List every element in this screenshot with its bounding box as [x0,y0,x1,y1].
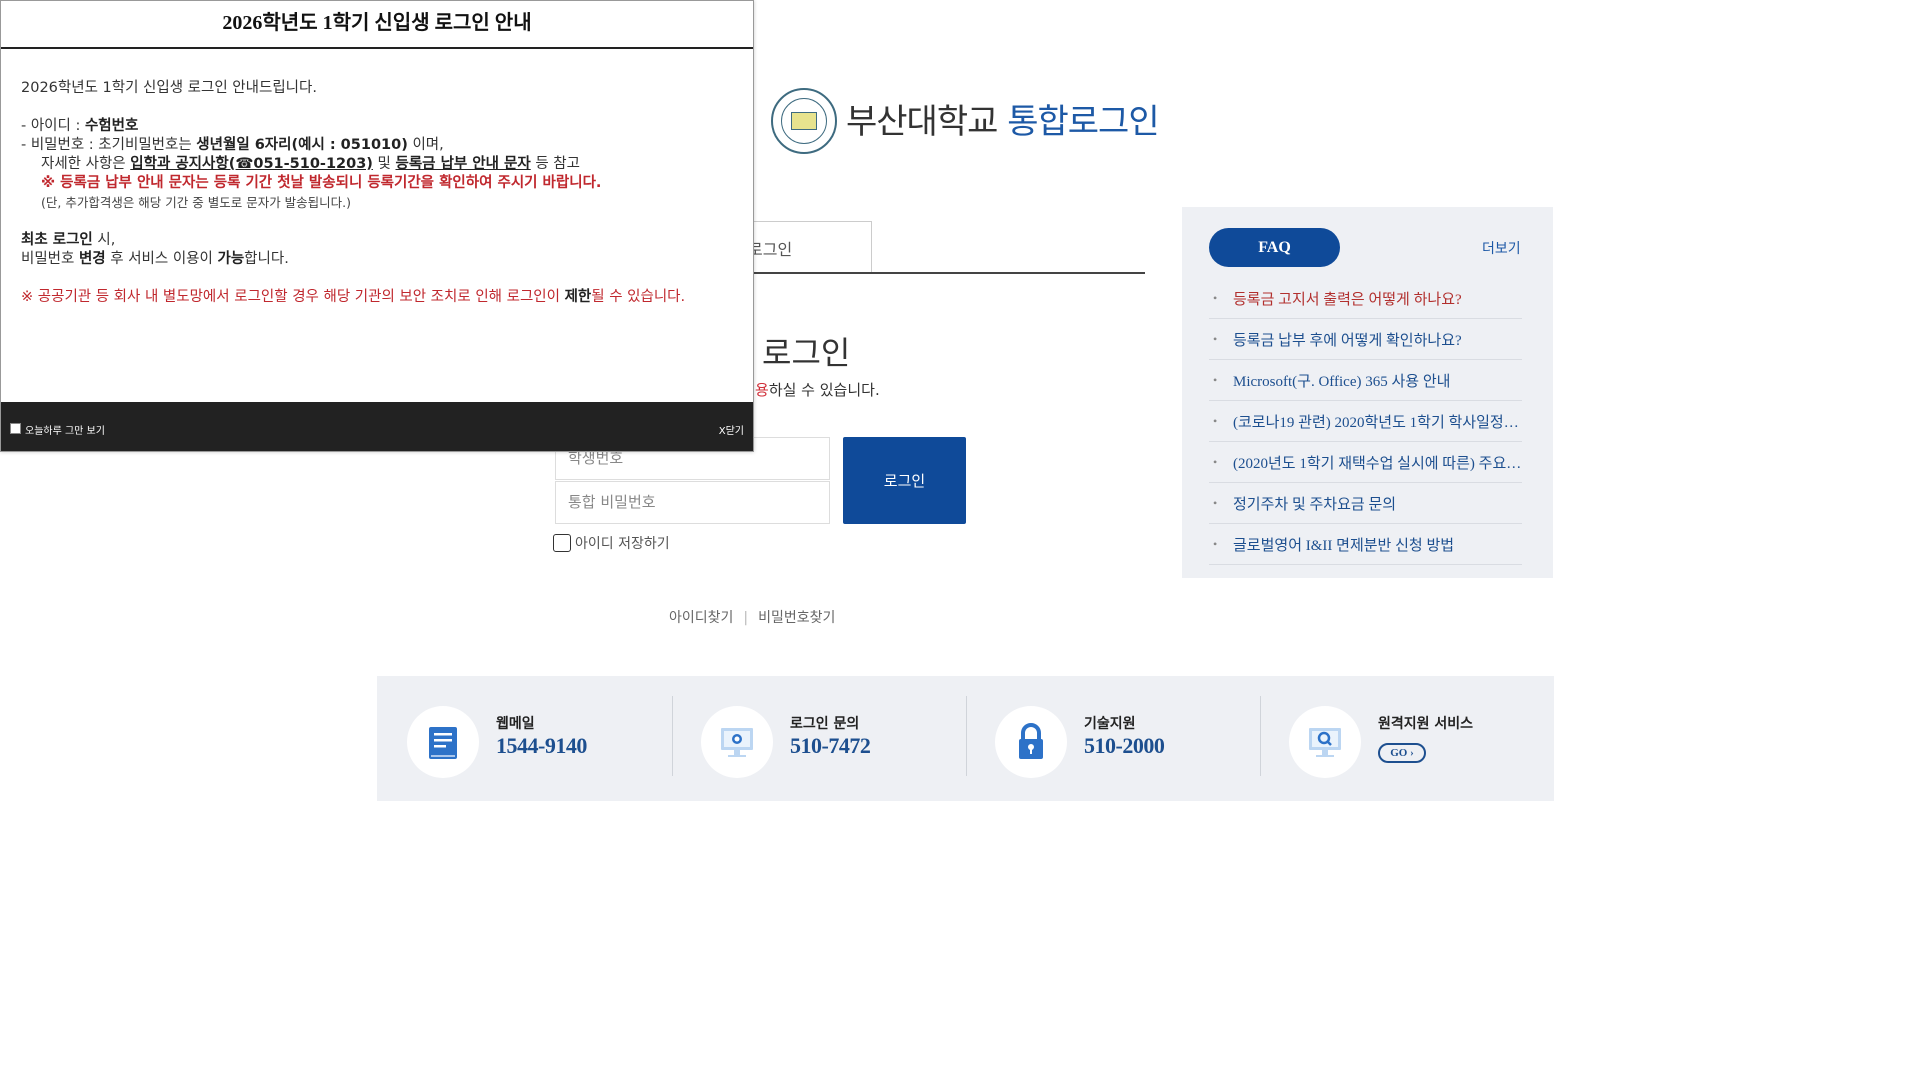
contact-divider [966,696,967,776]
bullet-icon: • [1213,290,1218,305]
save-id-checkbox[interactable]: 아이디 저장하기 [553,533,670,553]
login-desc-rest: 하실 수 있습니다. [768,381,880,399]
popup-close-button[interactable]: X닫기 [719,422,744,437]
faq-item[interactable]: • 글로벌영어 I&II 면제분반 신청 방법 [1209,524,1522,565]
login-desc-red: 용 [755,381,769,399]
faq-item[interactable]: • (2020년도 1학기 재택수업 실시에 따른) 주요 안내 [1209,442,1522,483]
remote-support-go-button[interactable]: GO › [1378,743,1426,763]
popup-footer: 오늘하루 그만 보기 X닫기 [1,402,753,451]
popup-detail-line: 자세한 사항은 입학과 공지사항(☎051-510-1203) 및 등록금 납부… [41,156,580,172]
site-title: 부산대학교 통합로그인 [846,94,1160,143]
popup-intro: 2026학년도 1학기 신입생 로그인 안내드립니다. [21,80,317,96]
contact-number-webmail: 1544-9140 [496,733,587,758]
contact-divider [1260,696,1261,776]
bullet-icon: • [1213,413,1218,428]
tuition-message-link[interactable]: 등록금 납부 안내 문자 [396,156,531,172]
popup-body: 2026학년도 1학기 신입생 로그인 안내드립니다. - 아이디 : 수험번호… [21,79,736,307]
pnu-seal-icon [771,88,837,154]
notice-popup: 2026학년도 1학기 신입생 로그인 안내 2026학년도 1학기 신입생 로… [0,0,754,452]
bullet-icon: • [1213,331,1218,346]
admissions-notice-link[interactable]: 입학과 공지사항(☎051-510-1203) [130,156,373,172]
bullet-icon: • [1213,372,1218,387]
faq-item[interactable]: • 등록금 고지서 출력은 어떻게 하나요? [1209,278,1522,319]
popup-warning: ※ 공공기관 등 회사 내 별도망에서 로그인할 경우 해당 기관의 보안 조치… [21,289,686,305]
faq-item[interactable]: • Microsoft(구. Office) 365 사용 안내 [1209,360,1522,401]
contact-title-login-inquiry: 로그인 문의 [790,716,860,732]
webmail-book-icon[interactable] [407,706,479,778]
faq-more-link[interactable]: 더보기 [1482,238,1521,258]
contact-title-webmail: 웹메일 [496,716,535,732]
password-input[interactable]: 통합 비밀번호 [555,481,830,524]
login-button[interactable]: 로그인 [843,437,966,524]
popup-additional-note: (단, 추가합격생은 해당 기간 중 별도로 문자가 발송됩니다.) [41,195,352,210]
faq-button[interactable]: FAQ [1209,228,1340,267]
contact-number-login-inquiry: 510-7472 [790,733,871,758]
contact-title-tech-support: 기술지원 [1084,716,1136,732]
find-id-link[interactable]: 아이디찾기 [669,610,733,626]
faq-item[interactable]: • 정기주차 및 주차요금 문의 [1209,483,1522,524]
tab-login-label[interactable]: 로그인 [748,236,792,260]
site-title-accent: 통합로그인 [1007,102,1159,142]
login-description: 용하실 수 있습니다. [755,379,880,400]
bullet-icon: • [1213,454,1218,469]
faq-item[interactable]: •(코로나19 관련) 2020학년도 1학기 학사일정 변경 안내 [1209,401,1522,442]
contact-title-remote-support: 원격지원 서비스 [1378,716,1474,732]
popup-id-line: - 아이디 : 수험번호 [21,118,139,134]
contact-divider [672,696,673,776]
monitor-icon[interactable] [701,706,773,778]
find-links: 아이디찾기 | 비밀번호찾기 [669,607,835,627]
popup-first-login-line: 최초 로그인 시, [21,232,116,248]
site-title-main: 부산대학교 [846,102,998,142]
save-id-label: 아이디 저장하기 [575,536,670,552]
faq-item[interactable]: • 등록금 납부 후에 어떻게 확인하나요? [1209,319,1522,360]
bullet-icon: • [1213,536,1218,551]
popup-title: 2026학년도 1학기 신입생 로그인 안내 [1,1,753,49]
popup-pw-line: - 비밀번호 : 초기비밀번호는 생년월일 6자리(예시 : 051010) 이… [21,137,444,153]
link-separator: | [743,610,749,626]
login-heading: 로그인 [762,334,851,372]
popup-change-line: 비밀번호 변경 후 서비스 이용이 가능합니다. [21,251,289,267]
find-password-link[interactable]: 비밀번호찾기 [758,610,835,626]
dont-show-today-checkbox[interactable] [10,423,21,434]
monitor-search-icon[interactable] [1289,706,1361,778]
contact-number-tech-support: 510-2000 [1084,733,1165,758]
faq-list: • 등록금 고지서 출력은 어떻게 하나요? • 등록금 납부 후에 어떻게 확인하… [1209,278,1522,565]
popup-tuition-notice: ※ 등록금 납부 안내 문자는 등록 기간 첫날 발송되니 등록기간을 확인하여… [41,175,602,191]
dont-show-today-label[interactable]: 오늘하루 그만 보기 [25,422,105,437]
checkbox-icon[interactable] [553,534,571,552]
lock-icon[interactable] [995,706,1067,778]
bullet-icon: • [1213,495,1218,510]
